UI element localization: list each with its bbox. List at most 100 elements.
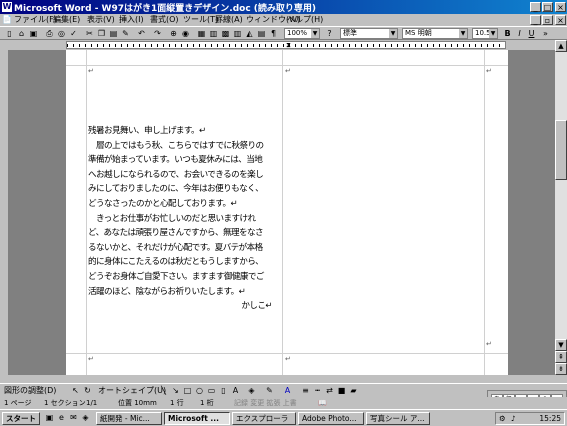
insert-excel-icon[interactable]: ▩: [220, 28, 231, 39]
taskbar-item[interactable]: Adobe Photo...: [298, 412, 364, 425]
scroll-down-icon[interactable]: ▼: [555, 339, 567, 351]
menu-view[interactable]: 表示(V): [87, 14, 115, 26]
zoom-value: 100%: [287, 29, 308, 37]
previous-page-icon[interactable]: ⇞: [555, 351, 567, 363]
fill-color-icon[interactable]: ◈: [246, 385, 257, 396]
quicklaunch-browser-icon[interactable]: e: [56, 412, 67, 423]
taskbar-item[interactable]: 写真シール ア...: [366, 412, 430, 425]
free-rotate-icon[interactable]: ↻: [82, 385, 93, 396]
menu-edit[interactable]: 編集(E): [53, 14, 80, 26]
insert-table-icon[interactable]: ▥: [208, 28, 219, 39]
clock: 15:25: [539, 414, 561, 423]
spelling-icon[interactable]: ✓: [68, 28, 79, 39]
title-bar: W Microsoft Word - W97はがき1面縦置きデザイン.doc (…: [0, 0, 567, 14]
save-icon[interactable]: ▣: [28, 28, 39, 39]
bold-button[interactable]: B: [502, 28, 513, 39]
vertical-text-box-icon[interactable]: ▯: [218, 385, 229, 396]
document-map-icon[interactable]: ▤: [256, 28, 267, 39]
minimize-button[interactable]: _: [530, 2, 541, 12]
horizontal-ruler[interactable]: ⧗: [0, 40, 567, 50]
taskbar-item-active[interactable]: Microsoft ...: [164, 412, 230, 425]
menu-help[interactable]: ヘルプ(H): [287, 14, 323, 26]
text-line: どうぞお身体ご自愛下さい。ますます御健康でご: [88, 271, 264, 282]
3d-icon[interactable]: ▰: [348, 385, 359, 396]
redo-icon[interactable]: ↷: [152, 28, 163, 39]
doc-restore-button[interactable]: ▫: [542, 15, 553, 25]
open-icon[interactable]: ⌂: [16, 28, 27, 39]
oval-icon[interactable]: ○: [194, 385, 205, 396]
doc-close-button[interactable]: ×: [555, 15, 566, 25]
select-objects-icon[interactable]: ↖: [70, 385, 81, 396]
menu-tools[interactable]: ツール(T): [183, 14, 218, 26]
underline-button[interactable]: U: [526, 28, 537, 39]
quicklaunch-desktop-icon[interactable]: ▣: [44, 412, 55, 423]
line-color-icon[interactable]: ✎: [264, 385, 275, 396]
line-style-icon[interactable]: ≡: [300, 385, 311, 396]
italic-button[interactable]: I: [514, 28, 525, 39]
font-size-select[interactable]: 10.5 ▼: [472, 28, 498, 39]
menu-file[interactable]: ファイル(F): [14, 14, 57, 26]
shadow-icon[interactable]: ■: [336, 385, 347, 396]
wordart-icon[interactable]: A: [230, 385, 241, 396]
quicklaunch-mail-icon[interactable]: ✉: [68, 412, 79, 423]
start-button[interactable]: スタート: [2, 412, 40, 425]
document-area[interactable]: ↵ ↵ ↵ ↵ ↵ ↵ 残暑お見舞い、申し上げます。↵ 層の上ではもう秋、こちら…: [8, 50, 555, 375]
tray-volume-icon[interactable]: ♪: [511, 413, 516, 424]
quicklaunch-channels-icon[interactable]: ◈: [80, 412, 91, 423]
undo-icon[interactable]: ↶: [136, 28, 147, 39]
menu-table[interactable]: 罫線(A): [215, 14, 243, 26]
dash-style-icon[interactable]: ┅: [312, 385, 323, 396]
text-line: へお越しになられるので、お会いできるのを楽し: [88, 169, 264, 180]
menu-format[interactable]: 書式(O): [150, 14, 179, 26]
scroll-thumb[interactable]: [555, 120, 567, 180]
print-preview-icon[interactable]: ◎: [56, 28, 67, 39]
drawing-icon[interactable]: ◭: [244, 28, 255, 39]
scroll-up-icon[interactable]: ▲: [555, 40, 567, 52]
draw-menu-button[interactable]: 図形の調整(D): [4, 385, 56, 396]
taskbar-item[interactable]: エクスプローラ: [232, 412, 296, 425]
arrow-style-icon[interactable]: ⇄: [324, 385, 335, 396]
document-page[interactable]: ↵ ↵ ↵ ↵ ↵ ↵ 残暑お見舞い、申し上げます。↵ 層の上ではもう秋、こちら…: [66, 50, 508, 375]
arrow-icon[interactable]: ↘: [170, 385, 181, 396]
doc-minimize-button[interactable]: _: [530, 15, 541, 25]
next-page-icon[interactable]: ⇟: [555, 363, 567, 375]
print-icon[interactable]: ⎙: [44, 28, 55, 39]
text-line: どうなさったのかと心配しております。↵: [88, 198, 238, 209]
style-select[interactable]: 標準 ▼: [340, 28, 398, 39]
spelling-status-icon[interactable]: 📖: [318, 397, 327, 409]
indent-marker-icon[interactable]: ⧗: [286, 40, 291, 50]
show-hide-icon[interactable]: ¶: [268, 28, 279, 39]
columns-icon[interactable]: ▥: [232, 28, 243, 39]
tray-ime-icon[interactable]: ⚙: [499, 413, 506, 424]
drawing-toolbar: 図形の調整(D) ↖ ↻ オートシェイプ(U) ╲ ↘ □ ○ ▭ ▯ A ◈ …: [0, 383, 567, 398]
menu-insert[interactable]: 挿入(I): [119, 14, 144, 26]
rectangle-icon[interactable]: □: [182, 385, 193, 396]
vertical-scrollbar[interactable]: ▲ ▼ ⇞ ⇟: [555, 40, 567, 375]
font-color-icon[interactable]: A: [282, 385, 293, 396]
close-button[interactable]: ×: [555, 2, 566, 12]
web-toolbar-icon[interactable]: ◉: [180, 28, 191, 39]
maximize-button[interactable]: □: [542, 2, 553, 12]
paste-icon[interactable]: ▤: [108, 28, 119, 39]
line-icon[interactable]: ╲: [158, 385, 169, 396]
taskbar-item[interactable]: 紙開発 - Mic...: [96, 412, 162, 425]
vertical-ruler[interactable]: [0, 50, 8, 380]
tables-borders-icon[interactable]: ▦: [196, 28, 207, 39]
system-tray: ⚙ ♪ 15:25: [495, 412, 565, 425]
zoom-select[interactable]: 100% ▼: [284, 28, 320, 39]
word-app-icon[interactable]: W: [2, 2, 12, 12]
doc-menu-icon[interactable]: 📄: [2, 14, 12, 26]
letter-text[interactable]: 残暑お見舞い、申し上げます。↵ 層の上ではもう秋、こちらではすでに秋祭りの 準備…: [88, 124, 273, 314]
new-icon[interactable]: ▯: [4, 28, 15, 39]
font-select[interactable]: MS 明朝 ▼: [402, 28, 468, 39]
format-painter-icon[interactable]: ✎: [120, 28, 131, 39]
cut-icon[interactable]: ✂: [84, 28, 95, 39]
hyperlink-icon[interactable]: ⊕: [168, 28, 179, 39]
copy-icon[interactable]: ❐: [96, 28, 107, 39]
margin-guide: [86, 50, 87, 375]
status-position: 位置 10mm: [118, 399, 157, 407]
office-assistant-icon[interactable]: ?: [324, 28, 335, 39]
text-box-icon[interactable]: ▭: [206, 385, 217, 396]
autoshapes-menu-button[interactable]: オートシェイプ(U): [98, 385, 166, 396]
toolbar-more-icon[interactable]: »: [540, 28, 551, 39]
